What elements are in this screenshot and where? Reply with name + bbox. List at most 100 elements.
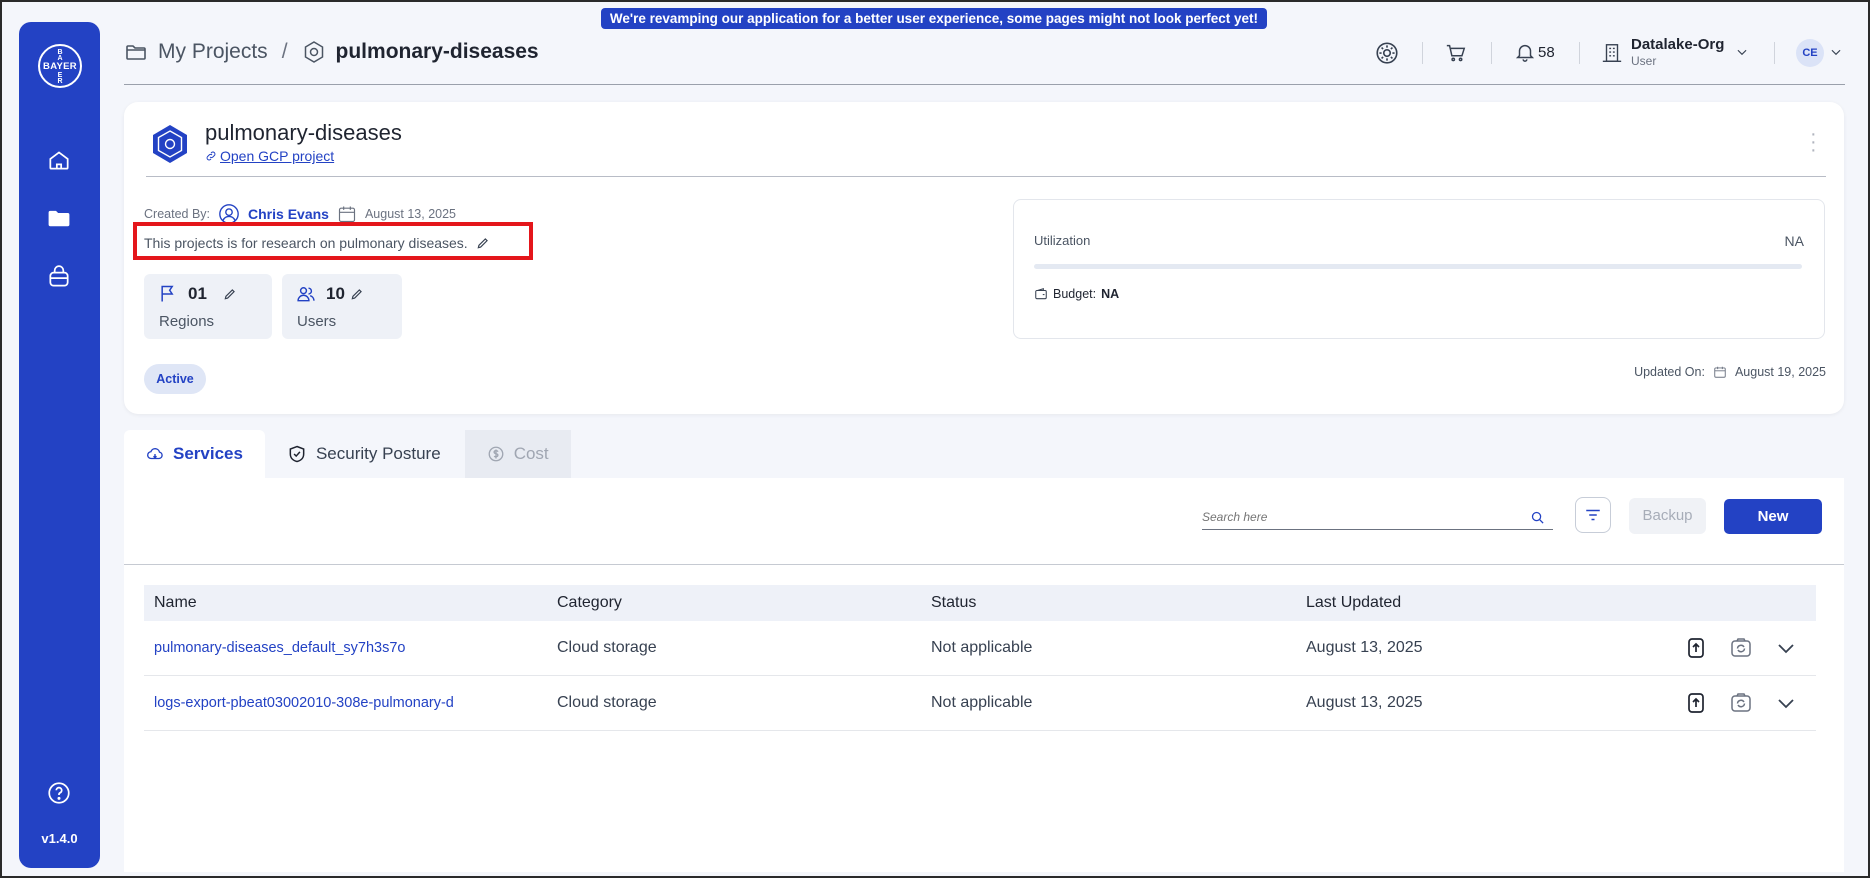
toolbar-divider bbox=[1774, 42, 1775, 64]
service-last-updated: August 13, 2025 bbox=[1306, 694, 1423, 711]
tab-label: Cost bbox=[513, 444, 549, 463]
column-header-last-updated[interactable]: Last Updated bbox=[1306, 594, 1401, 612]
project-description: This projects is for research on pulmona… bbox=[144, 235, 490, 251]
edit-pencil-icon[interactable] bbox=[476, 236, 490, 250]
bell-icon[interactable] bbox=[1514, 41, 1536, 63]
created-date: August 13, 2025 bbox=[364, 207, 456, 221]
breadcrumb-current: pulmonary-diseases bbox=[335, 40, 539, 63]
bag-icon[interactable] bbox=[46, 264, 72, 290]
upload-icon[interactable] bbox=[1684, 636, 1708, 660]
link-icon bbox=[206, 151, 216, 161]
service-last-updated: August 13, 2025 bbox=[1306, 639, 1423, 656]
table-header: Name Category Status Last Updated bbox=[144, 585, 1816, 621]
tab-label: Security Posture bbox=[315, 444, 441, 463]
tab-label: Services bbox=[173, 444, 243, 463]
updated-info: Updated On: August 19, 2025 bbox=[1634, 365, 1826, 379]
users-label: Users bbox=[297, 313, 337, 330]
settings-gear-icon[interactable] bbox=[1374, 40, 1400, 66]
card-divider bbox=[146, 176, 1826, 177]
filter-button[interactable] bbox=[1575, 497, 1611, 533]
project-hex-icon bbox=[304, 41, 323, 63]
service-status: Not applicable bbox=[931, 694, 1033, 711]
project-title: pulmonary-diseases bbox=[205, 120, 402, 145]
column-header-category[interactable]: Category bbox=[557, 594, 622, 612]
notification-count: 58 bbox=[1538, 44, 1555, 61]
column-header-status[interactable]: Status bbox=[931, 594, 976, 612]
service-category: Cloud storage bbox=[557, 694, 657, 711]
bayer-logo[interactable]: B A BAYER E R bbox=[38, 44, 82, 88]
table-row: pulmonary-diseases_default_sy7h3s7o Clou… bbox=[144, 621, 1816, 676]
column-header-name[interactable]: Name bbox=[154, 594, 197, 612]
created-by-label: Created By: bbox=[144, 207, 211, 221]
backup-icon[interactable] bbox=[1729, 636, 1753, 660]
users-count: 10 bbox=[326, 284, 345, 303]
toolbar-divider bbox=[1422, 42, 1423, 64]
budget-label: Budget: bbox=[1053, 287, 1097, 301]
author-name[interactable]: Chris Evans bbox=[248, 206, 329, 222]
breadcrumb-separator: / bbox=[281, 40, 288, 63]
org-role: User bbox=[1631, 54, 1657, 68]
search-field[interactable] bbox=[1202, 508, 1553, 530]
open-gcp-label: Open GCP project bbox=[220, 148, 335, 164]
breadcrumb-root[interactable]: My Projects bbox=[158, 40, 268, 64]
chevron-down-icon[interactable] bbox=[1774, 691, 1798, 715]
home-icon[interactable] bbox=[46, 147, 72, 173]
top-bar: My Projects / pulmonary-diseases 58 Data… bbox=[124, 32, 1844, 82]
new-button[interactable]: New bbox=[1724, 499, 1822, 534]
budget-value: NA bbox=[1101, 287, 1120, 301]
tab-cost: Cost bbox=[464, 430, 571, 478]
toolbar-divider bbox=[1579, 42, 1580, 64]
utilization-panel: Utilization NA Budget: NA bbox=[1013, 199, 1825, 339]
backup-icon[interactable] bbox=[1729, 691, 1753, 715]
search-icon[interactable] bbox=[1530, 510, 1545, 525]
project-hex-icon bbox=[153, 125, 187, 163]
updated-label: Updated On: bbox=[1634, 365, 1705, 379]
service-name-link[interactable]: pulmonary-diseases_default_sy7h3s7o bbox=[154, 640, 406, 656]
cloud-icon bbox=[147, 448, 163, 460]
service-category: Cloud storage bbox=[557, 639, 657, 656]
upload-icon[interactable] bbox=[1684, 691, 1708, 715]
chevron-down-icon[interactable] bbox=[1829, 45, 1843, 59]
building-icon bbox=[1602, 44, 1622, 62]
toolbar-divider bbox=[1491, 42, 1492, 64]
folder-outline-icon bbox=[126, 45, 146, 60]
table-row: logs-export-pbeat03002010-308e-pulmonary… bbox=[144, 676, 1816, 731]
users-icon bbox=[297, 287, 315, 302]
org-name[interactable]: Datalake-Org bbox=[1631, 36, 1724, 53]
help-icon[interactable] bbox=[46, 780, 72, 806]
revamp-banner: We're revamping our application for a be… bbox=[601, 8, 1267, 29]
shield-icon bbox=[289, 445, 305, 463]
calendar-icon bbox=[1714, 366, 1726, 378]
utilization-label: Utilization bbox=[1034, 233, 1091, 248]
avatar[interactable]: CE bbox=[1796, 39, 1824, 67]
edit-pencil-icon[interactable] bbox=[223, 287, 237, 301]
backup-button[interactable]: Backup bbox=[1629, 498, 1706, 534]
service-status: Not applicable bbox=[931, 639, 1033, 656]
edit-pencil-icon[interactable] bbox=[350, 287, 364, 301]
description-text: This projects is for research on pulmona… bbox=[144, 235, 468, 251]
sidebar: B A BAYER E R v1.4.0 bbox=[19, 22, 100, 868]
description-highlight: This projects is for research on pulmona… bbox=[133, 222, 533, 260]
users-stat: 10 Users bbox=[282, 274, 402, 339]
logo-letter: R bbox=[57, 78, 63, 85]
project-card: pulmonary-diseases Open GCP project · · · … bbox=[124, 102, 1844, 414]
project-tabs: Services Security Posture Cost bbox=[124, 430, 571, 478]
search-input[interactable] bbox=[1202, 510, 1522, 524]
budget-info: Budget: NA bbox=[1034, 287, 1119, 301]
utilization-bar bbox=[1034, 264, 1802, 269]
tab-services[interactable]: Services bbox=[124, 430, 265, 478]
chevron-down-icon[interactable] bbox=[1735, 45, 1749, 59]
breadcrumb: My Projects / pulmonary-diseases bbox=[124, 40, 539, 64]
cart-icon[interactable] bbox=[1445, 42, 1467, 64]
service-name-link[interactable]: logs-export-pbeat03002010-308e-pulmonary… bbox=[154, 695, 454, 711]
filter-icon bbox=[1586, 509, 1600, 521]
chevron-down-icon[interactable] bbox=[1774, 636, 1798, 660]
folder-icon[interactable] bbox=[46, 205, 72, 231]
open-gcp-link[interactable]: Open GCP project bbox=[205, 148, 334, 164]
wallet-icon bbox=[1035, 288, 1047, 300]
tab-security-posture[interactable]: Security Posture bbox=[265, 430, 463, 478]
calendar-icon bbox=[338, 206, 356, 223]
updated-date: August 19, 2025 bbox=[1734, 365, 1826, 379]
more-options-icon[interactable]: · · · bbox=[1810, 124, 1817, 160]
utilization-value: NA bbox=[1784, 233, 1804, 249]
